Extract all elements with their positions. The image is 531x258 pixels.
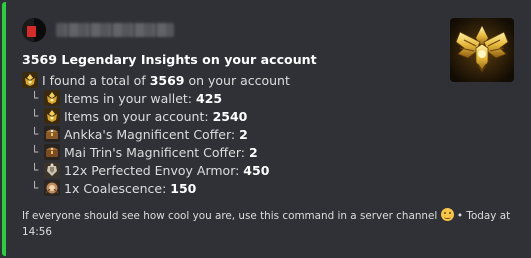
item-value: 2 [239,126,248,142]
embed-author[interactable] [22,18,174,42]
summary-suffix: on your account [184,72,290,88]
list-item: └ 1x Coalescence: 150 [22,179,290,197]
tree-branch: └ [31,109,39,123]
item-label: Items in your wallet: [64,90,196,106]
item-value: 2540 [212,108,248,124]
embed-description: I found a total of 3569 on your account … [22,71,290,197]
item-label: Mai Trin's Magnificent Coffer: [64,144,249,160]
coffer-icon [44,126,60,142]
item-label: Items on your account: [64,108,213,124]
summary-line: I found a total of 3569 on your account [22,71,290,89]
summary-value: 3569 [149,72,185,88]
list-item: └ Items on your account: 2540 [22,107,290,125]
armor-icon [44,162,60,178]
embed-footer: If everyone should see how cool you are,… [22,208,512,240]
item-label: 1x Coalescence: [64,180,171,196]
smirk-emoji-icon [440,208,454,221]
author-avatar[interactable] [22,18,46,42]
coalescence-icon [44,180,60,196]
item-value: 450 [243,162,270,178]
legendary-insight-icon [44,90,60,106]
legendary-insight-icon [44,108,60,124]
item-value: 150 [170,180,197,196]
tree-branch: └ [31,91,39,105]
coffer-icon [44,144,60,160]
gold-winged-emblem-icon[interactable] [450,18,514,82]
item-label: 12x Perfected Envoy Armor: [64,162,244,178]
legendary-insight-icon [22,72,38,88]
item-label: Ankka's Magnificent Coffer: [64,126,240,142]
embed-card: 3569 Legendary Insights on your account … [2,2,529,256]
list-item: └ Ankka's Magnificent Coffer: 2 [22,125,290,143]
tree-branch: └ [31,127,39,141]
list-item: └ Items in your wallet: 425 [22,89,290,107]
tree-branch: └ [31,181,39,195]
tree-branch: └ [31,163,39,177]
item-value: 425 [196,90,223,106]
footer-separator: • [453,210,467,222]
embed-title: 3569 Legendary Insights on your account [22,52,317,67]
footer-text: If everyone should see how cool you are,… [22,210,438,222]
item-value: 2 [248,144,258,160]
author-name-redacted [56,23,174,37]
summary-prefix: I found a total of [42,72,150,88]
list-item: └ 12x Perfected Envoy Armor: 450 [22,161,290,179]
tree-branch: └ [31,145,39,159]
list-item: └ Mai Trin's Magnificent Coffer: 2 [22,143,290,161]
